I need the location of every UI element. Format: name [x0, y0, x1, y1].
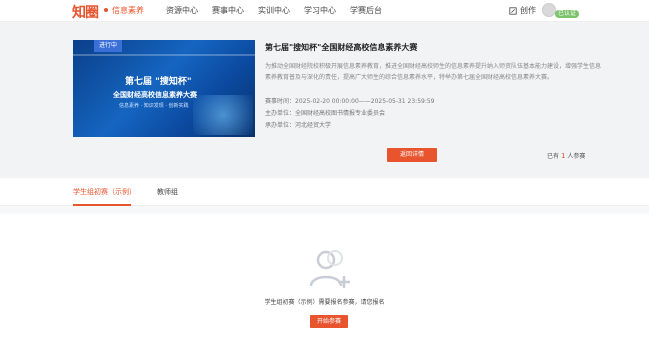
- contest-description: 为推动全国财经院校积极开展信息素养教育，推进全国财经高校师生的信息素养提升纳入师…: [265, 63, 602, 81]
- host-label: 承办单位: [265, 122, 290, 129]
- group-tabs: 学生组初赛（示例） 教师组: [0, 178, 649, 206]
- section-divider: [0, 206, 649, 214]
- main-nav: 资源中心 赛事中心 实训中心 学习中心 学赛后台: [166, 5, 382, 16]
- time-label: 赛事时间: [265, 98, 290, 105]
- organizer-label: 主办单位: [265, 110, 290, 117]
- create-button[interactable]: 创作: [509, 5, 536, 16]
- tab-teacher-group[interactable]: 教师组: [157, 187, 178, 197]
- verified-badge: 已认证: [555, 10, 580, 18]
- start-contest-button[interactable]: 开始参赛: [310, 315, 348, 328]
- contest-time: 赛事时间：2025-02-20 00:00:00——2025-05-31 23:…: [265, 98, 435, 105]
- tab-student-group[interactable]: 学生组初赛（示例）: [73, 187, 136, 197]
- top-header: 知圈 信息素养 资源中心 赛事中心 实训中心 学习中心 学赛后台 创作 已认证: [0, 0, 649, 22]
- joined-suffix: 人参赛: [567, 153, 586, 160]
- time-value: 2025-02-20 00:00:00——2025-05-31 23:59:59: [295, 98, 435, 105]
- organizer-value: 全国财经高校图书情报专业委员会: [295, 110, 386, 117]
- empty-state-message: 学生组初赛（示例）需要报名参赛，请您报名: [264, 299, 385, 306]
- logo-dot: [104, 8, 108, 12]
- users-add-icon: [309, 250, 350, 288]
- cover-stripe: [73, 54, 255, 56]
- joined-prefix: 已有: [547, 153, 560, 160]
- create-label: 创作: [520, 6, 536, 15]
- back-to-details-button[interactable]: 返回详情: [387, 148, 437, 162]
- nav-learning-center[interactable]: 学习中心: [304, 5, 336, 16]
- avatar[interactable]: [542, 3, 556, 17]
- cover-line-1: 第七届 "搜知杯": [125, 77, 192, 87]
- cover-line-3: 信息素养 · 知识发现 · 创新实践: [119, 103, 189, 109]
- contest-title: 第七届"搜知杯"全国财经高校信息素养大赛: [265, 43, 418, 52]
- host-value: 河北经贸大学: [295, 122, 332, 129]
- contest-cover-image[interactable]: 进行中 第七届 "搜知杯" 全国财经高校信息素养大赛 信息素养 · 知识发现 ·…: [73, 40, 255, 137]
- nav-resource-center[interactable]: 资源中心: [166, 5, 198, 16]
- nav-contest-center[interactable]: 赛事中心: [212, 5, 244, 16]
- logo-subtitle: 信息素养: [112, 6, 144, 15]
- edit-icon: [509, 6, 517, 15]
- cover-line-2: 全国财经高校信息素养大赛: [113, 91, 197, 99]
- nav-admin-backend[interactable]: 学赛后台: [350, 5, 382, 16]
- joined-count: 1: [560, 152, 566, 160]
- contest-organizer: 主办单位：全国财经高校图书情报专业委员会: [265, 110, 386, 117]
- status-tag: 进行中: [94, 40, 123, 52]
- participant-count: 已有 1 人参赛: [547, 151, 585, 160]
- cover-glow: [193, 95, 253, 135]
- nav-training-center[interactable]: 实训中心: [258, 5, 290, 16]
- logo[interactable]: 知圈: [72, 2, 99, 22]
- contest-host: 承办单位：河北经贸大学: [265, 122, 332, 129]
